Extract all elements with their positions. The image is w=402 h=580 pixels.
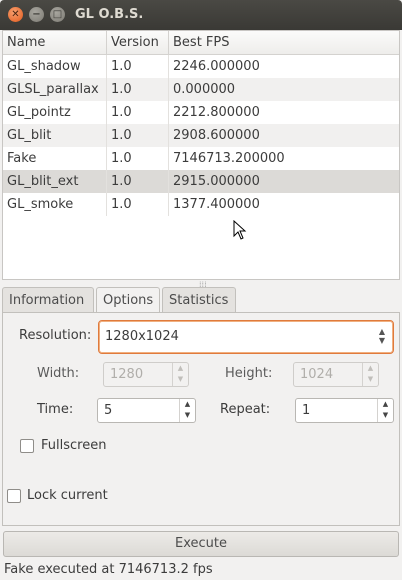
maximize-button[interactable]: □ — [50, 7, 65, 22]
tab-information[interactable]: Information — [2, 287, 94, 312]
lock-current-label: Lock current — [27, 488, 108, 503]
height-spinbox[interactable]: 1024 ▲ ▼ — [293, 362, 379, 387]
row-version: 1.0 — [107, 124, 169, 147]
column-header-version[interactable]: Version — [107, 31, 169, 55]
column-header-name[interactable]: Name — [3, 31, 107, 55]
row-name: GL_blit — [3, 124, 107, 147]
maximize-icon: □ — [52, 9, 63, 20]
time-spinbox[interactable]: 5 ▲ ▼ — [97, 398, 196, 423]
row-fps: 7146713.200000 — [173, 151, 285, 166]
tab-options[interactable]: Options — [96, 287, 160, 313]
row-fps: 2246.000000 — [173, 59, 260, 74]
width-value: 1280 — [110, 367, 144, 382]
resolution-combo[interactable]: 1280x1024 ▲ ▼ — [98, 320, 394, 354]
title-bar[interactable]: ✕ − □ GL O.B.S. — [0, 0, 402, 30]
width-label: Width: — [37, 366, 80, 381]
time-label: Time: — [37, 402, 74, 417]
resolution-label: Resolution: — [19, 328, 92, 343]
benchmark-list[interactable]: Name Version Best FPS GL_shadow 1.0 2246… — [2, 30, 400, 280]
row-name: Fake — [3, 147, 107, 170]
column-header-best-fps[interactable]: Best FPS — [169, 31, 399, 55]
row-fps: 1377.400000 — [173, 197, 260, 212]
row-fps: 2908.600000 — [173, 128, 260, 143]
spin-arrows-icon: ▲ ▼ — [172, 363, 188, 386]
row-fps: 2915.000000 — [173, 174, 260, 189]
close-icon: ✕ — [11, 9, 20, 20]
fullscreen-checkbox[interactable] — [20, 439, 34, 453]
minimize-button[interactable]: − — [29, 7, 44, 22]
row-version: 1.0 — [107, 55, 169, 78]
table-row[interactable]: GLSL_parallax 1.0 0.000000 — [3, 78, 399, 101]
updown-arrows-icon: ▲ ▼ — [378, 327, 385, 345]
window-title: GL O.B.S. — [75, 7, 144, 22]
row-version: 1.0 — [107, 193, 169, 216]
spin-arrows-icon: ▲ ▼ — [362, 363, 378, 386]
close-button[interactable]: ✕ — [8, 7, 23, 22]
tab-statistics[interactable]: Statistics — [162, 287, 236, 312]
row-fps: 2212.800000 — [173, 105, 260, 120]
row-name: GLSL_parallax — [3, 78, 107, 101]
row-name: GL_pointz — [3, 101, 107, 124]
row-name: GL_blit_ext — [3, 170, 107, 193]
row-name: GL_shadow — [3, 55, 107, 78]
spin-arrows-icon: ▲ ▼ — [377, 399, 393, 422]
row-version: 1.0 — [107, 101, 169, 124]
fullscreen-label: Fullscreen — [41, 438, 107, 453]
repeat-label: Repeat: — [220, 402, 271, 417]
row-fps: 0.000000 — [173, 82, 236, 97]
height-value: 1024 — [300, 367, 334, 382]
repeat-spinbox[interactable]: 1 ▲ ▼ — [295, 398, 394, 423]
mouse-cursor-icon — [233, 220, 247, 240]
table-row[interactable]: GL_smoke 1.0 1377.400000 — [3, 193, 399, 216]
table-row-selected[interactable]: GL_blit_ext 1.0 2915.000000 — [3, 170, 399, 193]
row-version: 1.0 — [107, 147, 169, 170]
status-bar: Fake executed at 7146713.2 fps — [4, 562, 213, 577]
row-name: GL_smoke — [3, 193, 107, 216]
lock-current-checkbox[interactable] — [7, 489, 21, 503]
table-row[interactable]: GL_shadow 1.0 2246.000000 — [3, 55, 399, 78]
width-spinbox[interactable]: 1280 ▲ ▼ — [103, 362, 189, 387]
table-row[interactable]: GL_pointz 1.0 2212.800000 — [3, 101, 399, 124]
minimize-icon: − — [32, 9, 41, 20]
resolution-value: 1280x1024 — [105, 329, 179, 344]
height-label: Height: — [225, 366, 273, 381]
spin-arrows-icon: ▲ ▼ — [179, 399, 195, 422]
row-version: 1.0 — [107, 170, 169, 193]
time-value: 5 — [104, 403, 113, 418]
row-version: 1.0 — [107, 78, 169, 101]
table-row[interactable]: Fake 1.0 7146713.200000 — [3, 147, 399, 170]
repeat-value: 1 — [302, 403, 311, 418]
table-row[interactable]: GL_blit 1.0 2908.600000 — [3, 124, 399, 147]
execute-button[interactable]: Execute — [3, 531, 399, 557]
